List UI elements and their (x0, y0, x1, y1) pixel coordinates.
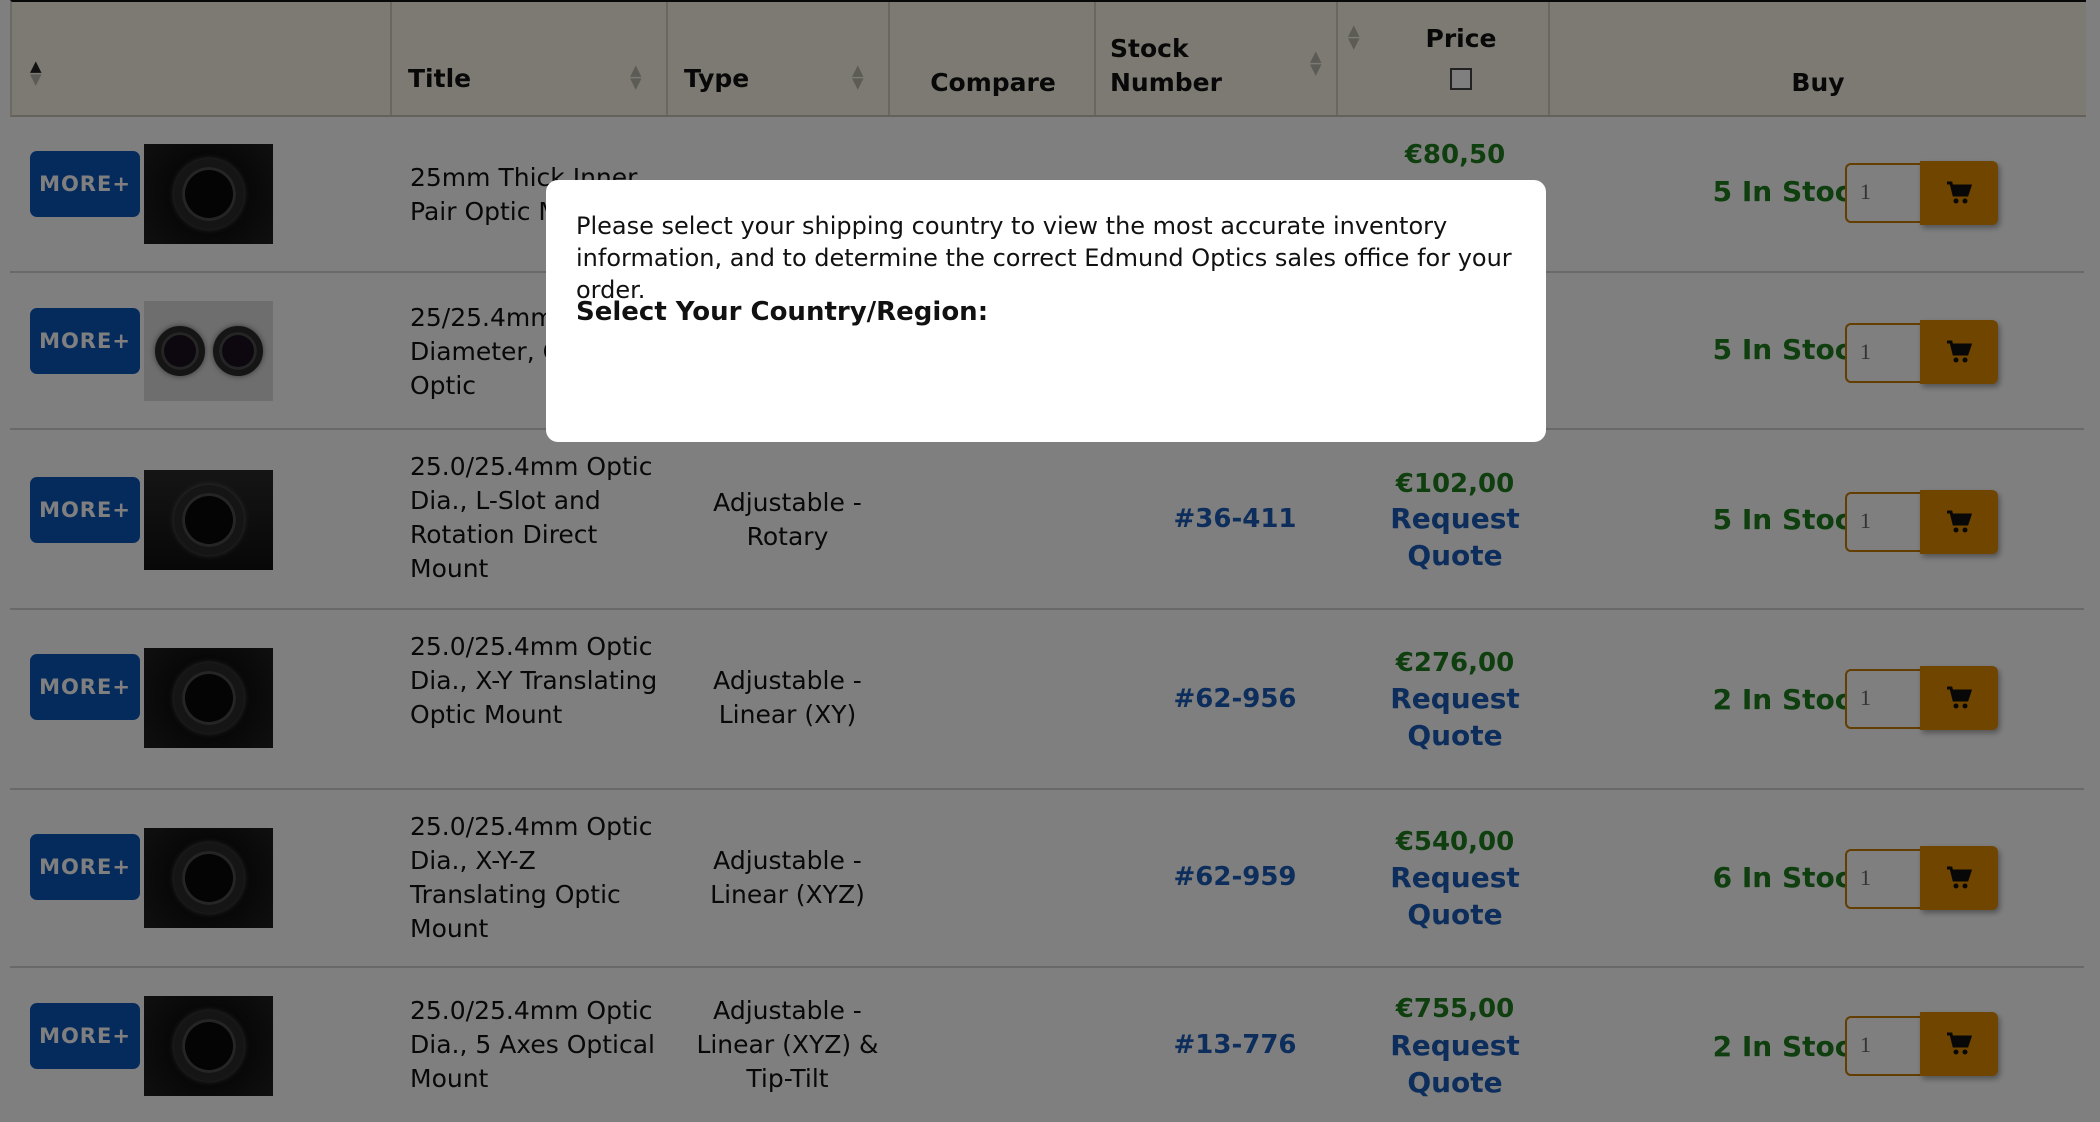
country-region-label: Select Your Country/Region: (576, 297, 989, 327)
modal-message: Please select your shipping country to v… (576, 212, 1512, 304)
country-select-modal: Please select your shipping country to v… (546, 180, 1546, 442)
modal-backdrop[interactable] (0, 0, 2100, 1122)
